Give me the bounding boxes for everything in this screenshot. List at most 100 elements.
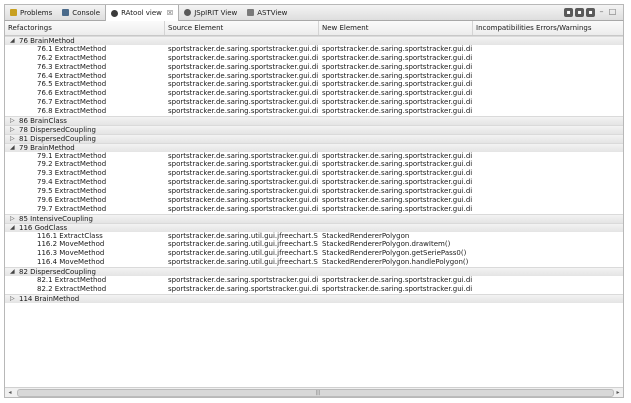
- expand-all-icon[interactable]: ▪: [564, 8, 573, 17]
- table-row[interactable]: 76.7 ExtractMethod sportstracker.de.sarin…: [5, 98, 623, 107]
- source-element-cell: sportstracker.de.saring.util.gui.jfreech…: [168, 258, 318, 267]
- tree-group-row[interactable]: ▷ 85 IntensiveCoupling: [5, 213, 623, 223]
- tab-jspirit-view[interactable]: JSpIRIT View: [179, 5, 242, 20]
- table-row[interactable]: 76.5 ExtractMethod sportstracker.de.sarin…: [5, 80, 623, 89]
- new-element-cell: sportstracker.de.saring.sportstracker.gu…: [322, 71, 472, 80]
- table-row[interactable]: 79.5 ExtractMethod sportstracker.de.sarin…: [5, 187, 623, 196]
- group-label: 79 BrainMethod: [19, 143, 75, 152]
- new-element-cell: sportstracker.de.saring.sportstracker.gu…: [322, 178, 472, 187]
- refactoring-label: 116.4 MoveMethod: [37, 258, 105, 267]
- minimize-icon[interactable]: –: [597, 8, 606, 17]
- refactoring-label: 116.3 MoveMethod: [37, 249, 105, 258]
- scroll-right-icon[interactable]: ▸: [613, 388, 623, 397]
- table-row[interactable]: 76.4 ExtractMethod sportstracker.de.sarin…: [5, 72, 623, 81]
- table-row[interactable]: 79.6 ExtractMethod sportstracker.de.sarin…: [5, 196, 623, 205]
- new-element-cell: sportstracker.de.saring.sportstracker.gu…: [322, 53, 472, 62]
- source-element-cell: sportstracker.de.saring.sportstracker.gu…: [168, 98, 318, 107]
- expand-arrow-icon[interactable]: ▷: [10, 215, 15, 223]
- table-row[interactable]: 76.3 ExtractMethod sportstracker.de.sarin…: [5, 63, 623, 72]
- table-row[interactable]: 79.7 ExtractMethod sportstracker.de.sarin…: [5, 205, 623, 214]
- tab-problems[interactable]: Problems: [5, 5, 57, 20]
- tree-group-row[interactable]: ▷ 78 DispersedCoupling: [5, 124, 623, 134]
- view-menu-icon[interactable]: ▪: [586, 8, 595, 17]
- column-header-source-element[interactable]: Source Element: [165, 21, 319, 35]
- expand-arrow-icon[interactable]: ▷: [10, 117, 15, 125]
- table-row[interactable]: 76.2 ExtractMethod sportstracker.de.sarin…: [5, 54, 623, 63]
- table-row[interactable]: 76.8 ExtractMethod sportstracker.de.sarin…: [5, 107, 623, 116]
- group-label: 116 GodClass: [19, 223, 68, 232]
- source-element-cell: sportstracker.de.saring.sportstracker.gu…: [168, 187, 318, 196]
- maximize-icon[interactable]: □: [608, 8, 617, 17]
- collapse-arrow-icon[interactable]: ◢: [10, 268, 15, 276]
- collapse-arrow-icon[interactable]: ◢: [10, 224, 15, 232]
- view-tab-bar: Problems Console RAtool view ☒ JSpIRIT View A…: [4, 4, 624, 21]
- tree-group-row[interactable]: ◢ 79 BrainMethod: [5, 142, 623, 152]
- tree-group-row[interactable]: ▷ 114 BrainMethod: [5, 293, 623, 303]
- new-element-cell: sportstracker.de.saring.sportstracker.gu…: [322, 151, 472, 160]
- table-row[interactable]: 116.4 MoveMethod sportstracker.de.saring.…: [5, 258, 623, 267]
- tree-group-row[interactable]: ▷ 81 DispersedCoupling: [5, 133, 623, 143]
- new-element-cell: StackedRendererPolygon.drawItem(): [322, 240, 451, 249]
- scroll-left-icon[interactable]: ◂: [5, 388, 15, 397]
- horizontal-scrollbar[interactable]: ◂ ||| ▸: [5, 387, 623, 397]
- new-element-cell: sportstracker.de.saring.sportstracker.gu…: [322, 160, 472, 169]
- tree-group-row[interactable]: ◢ 76 BrainMethod: [5, 36, 623, 45]
- source-element-cell: sportstracker.de.saring.sportstracker.gu…: [168, 53, 318, 62]
- source-element-cell: sportstracker.de.saring.sportstracker.gu…: [168, 62, 318, 71]
- table-row[interactable]: 116.2 MoveMethod sportstracker.de.saring.…: [5, 240, 623, 249]
- tree-group-row[interactable]: ◢ 82 DispersedCoupling: [5, 267, 623, 277]
- new-element-cell: sportstracker.de.saring.sportstracker.gu…: [322, 62, 472, 71]
- refactoring-label: 76.7 ExtractMethod: [37, 98, 107, 107]
- tab-ratool-view[interactable]: RAtool view ☒: [105, 5, 180, 21]
- tab-astview[interactable]: ASTView: [242, 5, 292, 20]
- source-element-cell: sportstracker.de.saring.sportstracker.gu…: [168, 89, 318, 98]
- expand-arrow-icon[interactable]: ▷: [10, 295, 15, 303]
- group-label: 81 DispersedCoupling: [19, 134, 96, 143]
- new-element-cell: StackedRendererPolygon.handlePolygon(): [322, 258, 469, 267]
- refactoring-label: 79.2 ExtractMethod: [37, 160, 107, 169]
- new-element-cell: sportstracker.de.saring.sportstracker.gu…: [322, 98, 472, 107]
- tree-group-row[interactable]: ◢ 116 GodClass: [5, 222, 623, 232]
- expand-arrow-icon[interactable]: ▷: [10, 135, 15, 143]
- scroll-thumb[interactable]: |||: [17, 389, 614, 397]
- table-row[interactable]: 82.2 ExtractMethod sportstracker.de.sarin…: [5, 285, 623, 294]
- table-row[interactable]: 116.3 MoveMethod sportstracker.de.saring.…: [5, 249, 623, 258]
- table-row[interactable]: 76.6 ExtractMethod sportstracker.de.sarin…: [5, 89, 623, 98]
- expand-arrow-icon[interactable]: ▷: [10, 126, 15, 134]
- refactoring-label: 76.6 ExtractMethod: [37, 89, 107, 98]
- refactoring-label: 79.1 ExtractMethod: [37, 151, 107, 160]
- column-header-refactorings[interactable]: Refactorings: [5, 21, 165, 35]
- table-row[interactable]: 79.4 ExtractMethod sportstracker.de.sarin…: [5, 178, 623, 187]
- tab-label: RAtool view: [121, 9, 162, 17]
- tree-group-row[interactable]: ▷ 86 BrainClass: [5, 116, 623, 125]
- column-header-new-element[interactable]: New Element: [319, 21, 473, 35]
- tab-label: Problems: [20, 8, 53, 17]
- new-element-cell: sportstracker.de.saring.sportstracker.gu…: [322, 107, 472, 116]
- group-label: 82 DispersedCoupling: [19, 268, 96, 277]
- source-element-cell: sportstracker.de.saring.sportstracker.gu…: [168, 204, 318, 213]
- refactoring-label: 82.2 ExtractMethod: [37, 284, 107, 293]
- table-row[interactable]: 116.1 ExtractClass sportstracker.de.sarin…: [5, 232, 623, 241]
- new-element-cell: sportstracker.de.saring.sportstracker.gu…: [322, 89, 472, 98]
- close-tab-icon[interactable]: ☒: [167, 9, 173, 17]
- source-element-cell: sportstracker.de.saring.sportstracker.gu…: [168, 80, 318, 89]
- new-element-cell: sportstracker.de.saring.sportstracker.gu…: [322, 80, 472, 89]
- column-header-incompatibilities[interactable]: Incompatibilities Errors/Warnings: [473, 21, 623, 35]
- table-row[interactable]: 79.2 ExtractMethod sportstracker.de.sarin…: [5, 160, 623, 169]
- refactoring-label: 76.3 ExtractMethod: [37, 62, 107, 71]
- source-element-cell: sportstracker.de.saring.sportstracker.gu…: [168, 151, 318, 160]
- group-label: 78 DispersedCoupling: [19, 125, 96, 134]
- new-element-cell: sportstracker.de.saring.sportstracker.gu…: [322, 276, 472, 285]
- collapse-arrow-icon[interactable]: ◢: [10, 144, 15, 152]
- table-row[interactable]: 76.1 ExtractMethod sportstracker.de.sarin…: [5, 45, 623, 54]
- refactoring-label: 76.8 ExtractMethod: [37, 107, 107, 116]
- table-row[interactable]: 79.1 ExtractMethod sportstracker.de.sarin…: [5, 152, 623, 161]
- refactoring-label: 79.5 ExtractMethod: [37, 187, 107, 196]
- table-row[interactable]: 79.3 ExtractMethod sportstracker.de.sarin…: [5, 169, 623, 178]
- collapse-arrow-icon[interactable]: ◢: [10, 37, 15, 45]
- table-row[interactable]: 82.1 ExtractMethod sportstracker.de.sarin…: [5, 276, 623, 285]
- collapse-all-icon[interactable]: ▪: [575, 8, 584, 17]
- source-element-cell: sportstracker.de.saring.sportstracker.gu…: [168, 44, 318, 53]
- source-element-cell: sportstracker.de.saring.sportstracker.gu…: [168, 284, 318, 293]
- tab-console[interactable]: Console: [57, 5, 105, 20]
